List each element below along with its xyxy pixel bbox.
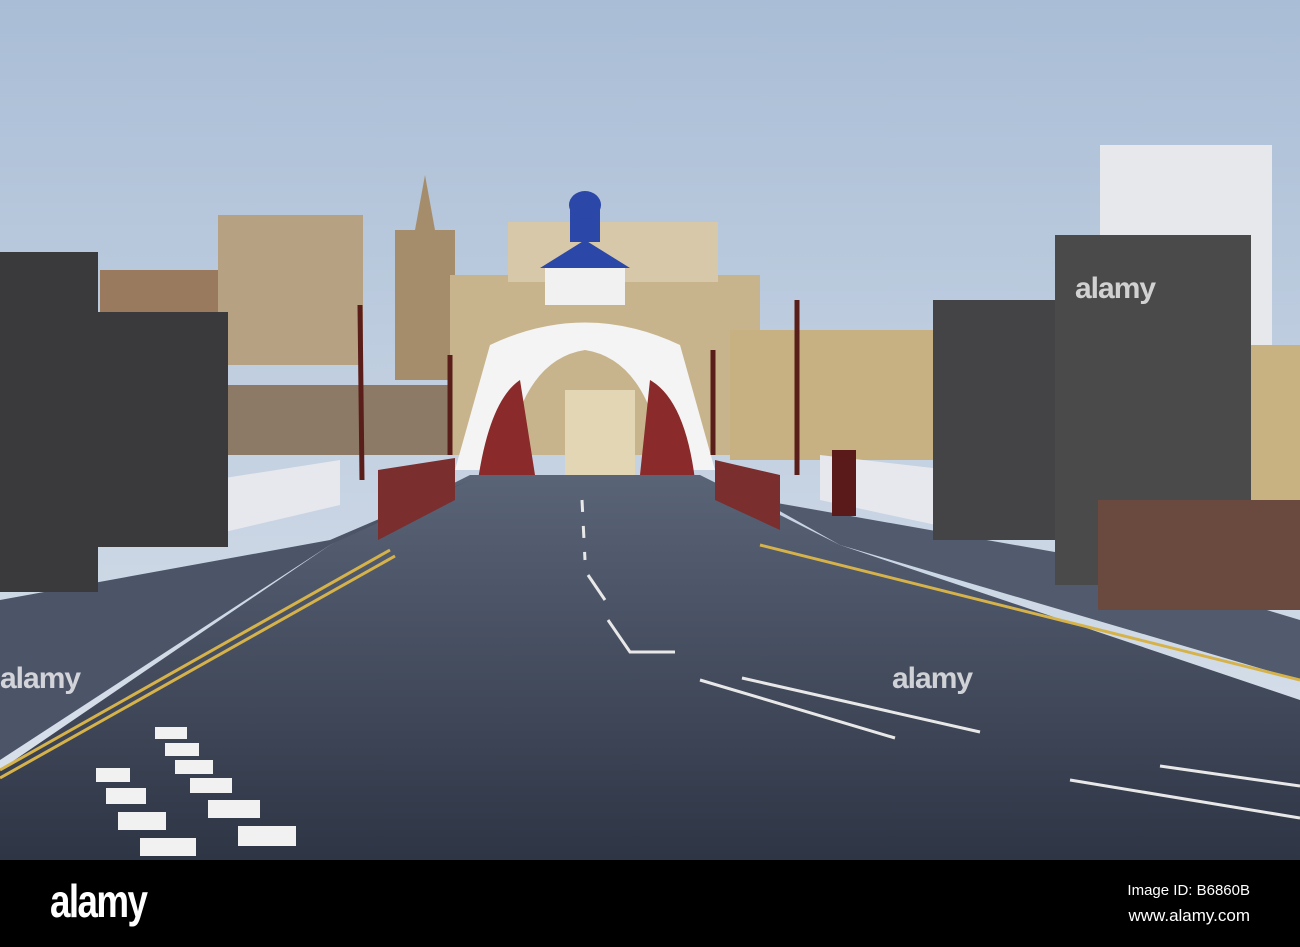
pedestrian	[832, 450, 856, 516]
castle-keep	[218, 215, 363, 365]
image-id: Image ID: B6860B	[1127, 882, 1250, 899]
watermark-text: alamy	[892, 662, 973, 695]
photo-frame: alamy alamy alamy alamy Image ID: B6860B…	[0, 0, 1300, 947]
watermark-text: alamy	[1075, 272, 1156, 305]
swing-bridge-photo	[0, 0, 1300, 860]
watermark-bar: alamy Image ID: B6860B www.alamy.com	[0, 860, 1300, 947]
site-url: www.alamy.com	[1128, 906, 1250, 925]
cathedral	[395, 230, 455, 380]
alamy-logo: alamy	[50, 875, 148, 927]
brick-wall	[1098, 500, 1300, 610]
watermark-text: alamy	[0, 662, 81, 695]
